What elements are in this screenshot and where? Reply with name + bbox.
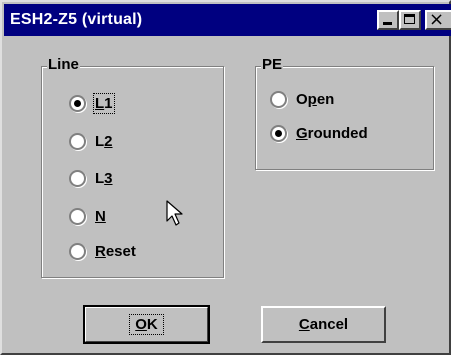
ok-button[interactable]: OK — [83, 305, 210, 344]
radio-l3-label: L3 — [95, 170, 113, 187]
radio-n[interactable]: N — [69, 208, 106, 225]
mouse-pointer-icon — [166, 200, 183, 226]
radio-l1-indicator[interactable] — [69, 95, 86, 112]
pe-groupbox: PE Open Grounded — [255, 56, 434, 170]
cancel-button-label: Cancel — [298, 316, 349, 333]
minimize-icon — [383, 22, 392, 25]
minimize-button[interactable] — [377, 10, 399, 30]
radio-reset[interactable]: Reset — [69, 243, 136, 260]
window-title: ESH2-Z5 (virtual) — [10, 11, 143, 28]
dialog-window: ESH2-Z5 (virtual) × Line L1 L2 L3 N Rese… — [0, 0, 451, 355]
radio-n-label: N — [95, 208, 106, 225]
radio-open-indicator[interactable] — [270, 91, 287, 108]
line-groupbox: Line L1 L2 L3 N Reset — [41, 56, 224, 278]
radio-l1-label: L1 — [93, 93, 115, 114]
radio-l3-indicator[interactable] — [69, 170, 86, 187]
radio-l2[interactable]: L2 — [69, 133, 113, 150]
radio-n-indicator[interactable] — [69, 208, 86, 225]
radio-grounded-label: Grounded — [296, 125, 368, 142]
cancel-button[interactable]: Cancel — [261, 306, 386, 343]
radio-l3[interactable]: L3 — [69, 170, 113, 187]
radio-l2-indicator[interactable] — [69, 133, 86, 150]
pe-group-label: PE — [261, 56, 284, 73]
title-bar[interactable]: ESH2-Z5 (virtual) × — [4, 4, 451, 36]
close-icon: × — [429, 9, 445, 30]
maximize-icon — [404, 14, 415, 24]
radio-open[interactable]: Open — [270, 91, 334, 108]
radio-open-label: Open — [296, 91, 335, 108]
ok-button-label: OK — [129, 314, 164, 335]
radio-reset-label: Reset — [95, 243, 136, 260]
line-group-label: Line — [47, 56, 80, 73]
maximize-button[interactable] — [399, 10, 421, 30]
radio-grounded-indicator[interactable] — [270, 125, 287, 142]
close-button[interactable]: × — [425, 10, 451, 30]
radio-l2-label: L2 — [95, 133, 113, 150]
radio-reset-indicator[interactable] — [69, 243, 86, 260]
radio-l1[interactable]: L1 — [69, 93, 115, 114]
radio-grounded[interactable]: Grounded — [270, 125, 368, 142]
